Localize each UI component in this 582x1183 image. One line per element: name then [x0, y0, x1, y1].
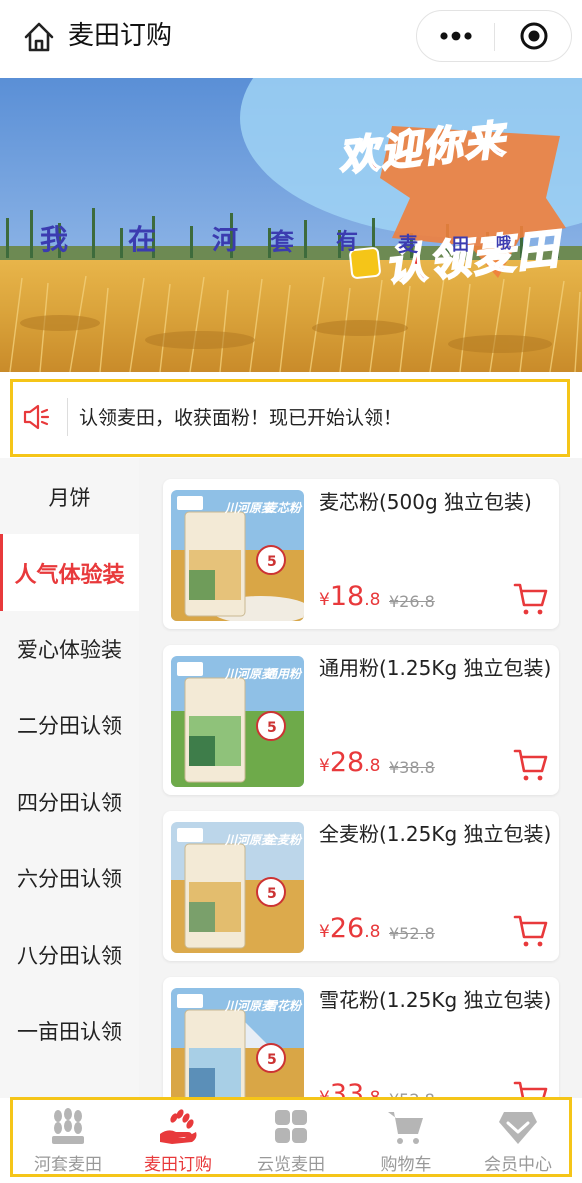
original-price: ¥26.8: [389, 592, 435, 611]
banner-carousel[interactable]: 欢迎你来 认领麦田 我 在 河 套 有 麦 田 哦: [0, 78, 582, 372]
page-title: 麦田订购: [68, 21, 173, 51]
product-price: ¥26.8: [319, 913, 380, 944]
product-list[interactable]: 5 川河原麦 麦芯粉 麦芯粉(500g 独立包装) ¥18.8 ¥26.8 5 …: [139, 458, 582, 1098]
product-name[interactable]: 通用粉(1.25Kg 独立包装): [319, 655, 555, 682]
tab-wheat-order[interactable]: 麦田订购: [123, 1100, 233, 1175]
field-sign-char: 田: [452, 235, 469, 255]
product-card[interactable]: 5 川河原麦 通用粉 通用粉(1.25Kg 独立包装) ¥28.8 ¥38.8: [163, 645, 559, 795]
tab-cloud-view[interactable]: 云览麦田: [236, 1100, 346, 1175]
category-item-one-mu[interactable]: 一亩田认领: [0, 992, 139, 1069]
category-item-four-fen[interactable]: 四分田认领: [0, 763, 139, 840]
tab-hetao-wheat[interactable]: 河套麦田: [13, 1100, 123, 1175]
price-currency: ¥: [319, 922, 330, 942]
field-sign-char: 我: [40, 223, 69, 256]
price-integer: 26: [329, 913, 365, 944]
notice-bar[interactable]: 认领麦田，收获面粉！现已开始认领！: [10, 379, 570, 457]
add-to-cart-icon[interactable]: [513, 1079, 549, 1098]
diamond-icon: [499, 1112, 537, 1144]
category-item-popular-trial[interactable]: 人气体验装: [0, 534, 139, 611]
svg-text:5: 5: [267, 720, 277, 736]
product-image: 5 川河原麦 通用粉: [171, 656, 304, 787]
product-price: ¥33.8: [319, 1079, 380, 1098]
tab-label: 河套麦田: [34, 1155, 102, 1175]
field-sign: 我 在 河 套 有 麦 田 哦: [40, 218, 560, 258]
banner-slogan-line1: 欢迎你来: [335, 116, 509, 181]
price-integer: 18: [329, 581, 365, 612]
tab-label: 购物车: [380, 1155, 432, 1175]
field-sign-char: 套: [270, 228, 294, 256]
product-image-variant: 雪花粉: [265, 999, 302, 1013]
tab-label: 会员中心: [484, 1155, 552, 1175]
category-item-two-fen[interactable]: 二分田认领: [0, 686, 139, 763]
product-price: ¥28.8: [319, 747, 380, 778]
field-sign-char: 在: [128, 223, 157, 256]
add-to-cart-icon[interactable]: [513, 747, 549, 783]
price-currency: ¥: [319, 756, 330, 776]
product-image: 5 川河原麦 全麦粉: [171, 822, 304, 953]
original-price: ¥52.8: [389, 924, 435, 943]
field-sign-char: 麦: [398, 232, 418, 256]
mini-program-capsule: [416, 10, 572, 62]
svg-text:5: 5: [267, 1052, 277, 1068]
target-icon[interactable]: [495, 11, 572, 61]
product-image-variant: 麦芯粉: [265, 501, 302, 515]
tab-member-center[interactable]: 会员中心: [463, 1100, 573, 1175]
category-item-eight-fen[interactable]: 八分田认领: [0, 916, 139, 993]
category-item-yuebing[interactable]: 月饼: [0, 458, 139, 535]
tab-cart[interactable]: 购物车: [351, 1100, 461, 1175]
speaker-icon: [23, 404, 50, 430]
notice-text: 认领麦田，收获面粉！现已开始认领！: [79, 407, 403, 429]
product-card[interactable]: 5 川河原麦 全麦粉 全麦粉(1.25Kg 独立包装) ¥26.8 ¥52.8: [163, 811, 559, 961]
add-to-cart-icon[interactable]: [513, 581, 549, 617]
category-item-love-trial[interactable]: 爱心体验装: [0, 610, 139, 687]
product-price: ¥18.8: [319, 581, 380, 612]
price-decimal: .8: [364, 756, 381, 776]
product-name[interactable]: 麦芯粉(500g 独立包装): [319, 489, 555, 516]
price-decimal: .8: [364, 922, 381, 942]
banner-slogan: 欢迎你来 认领麦田 我 在 河 套 有 麦 田 哦: [0, 78, 582, 372]
top-bar: 麦田订购: [0, 0, 582, 70]
product-card[interactable]: 5 川河原麦 麦芯粉 麦芯粉(500g 独立包装) ¥18.8 ¥26.8: [163, 479, 559, 629]
original-price: ¥38.8: [389, 758, 435, 777]
product-card[interactable]: 5 川河原麦 雪花粉 雪花粉(1.25Kg 独立包装) ¥33.8 ¥52.8: [163, 977, 559, 1098]
tab-label: 麦田订购: [144, 1155, 212, 1175]
price-decimal: .8: [364, 590, 381, 610]
product-name[interactable]: 雪花粉(1.25Kg 独立包装): [319, 987, 555, 1014]
svg-text:5: 5: [267, 554, 277, 570]
price-currency: ¥: [319, 590, 330, 610]
product-image: 5 川河原麦 雪花粉: [171, 988, 304, 1098]
product-image: 5 川河原麦 麦芯粉: [171, 490, 304, 621]
product-image-variant: 通用粉: [265, 667, 302, 681]
bottom-tab-bar: 河套麦田 麦田订购 云览麦田 购物车 会员中心: [10, 1097, 572, 1177]
grid-icon: [275, 1110, 307, 1143]
product-image-variant: 全麦粉: [265, 833, 302, 847]
price-integer: 28: [329, 747, 365, 778]
more-dots-icon[interactable]: [417, 11, 494, 61]
category-sidebar: 月饼 人气体验装 爱心体验装 二分田认领 四分田认领 六分田认领 八分田认领 一…: [0, 458, 139, 1098]
product-name[interactable]: 全麦粉(1.25Kg 独立包装): [319, 821, 555, 848]
svg-text:5: 5: [267, 886, 277, 902]
hand-wheat-icon: [160, 1109, 197, 1144]
field-sign-char: 河: [212, 226, 239, 256]
price-integer: 33: [329, 1079, 365, 1098]
field-sign-char: 哦: [496, 234, 512, 252]
field-sign-char: 有: [336, 230, 359, 255]
wheat-icon: [52, 1108, 84, 1144]
tab-label: 云览麦田: [257, 1155, 325, 1175]
cart-icon: [388, 1112, 423, 1144]
home-icon[interactable]: [22, 20, 56, 54]
category-item-six-fen[interactable]: 六分田认领: [0, 839, 139, 916]
add-to-cart-icon[interactable]: [513, 913, 549, 949]
notice-divider: [67, 398, 68, 436]
